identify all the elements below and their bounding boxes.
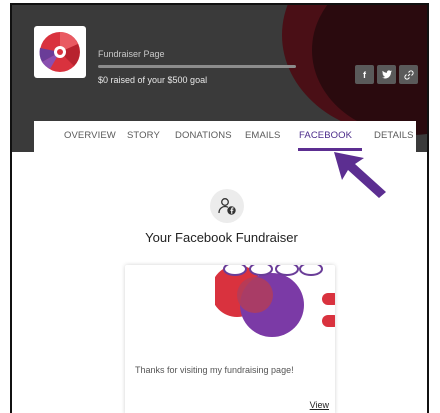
fundraiser-page-frame: Fundraiser Page $0 raised of your $500 g…	[10, 3, 429, 413]
fundraising-progress-bar	[98, 65, 296, 68]
campaign-logo-graphic	[39, 32, 80, 72]
tab-donations[interactable]: DONATIONS	[175, 130, 232, 141]
tab-emails[interactable]: EMAILS	[245, 130, 280, 141]
twitter-icon	[381, 70, 392, 79]
tab-overview[interactable]: OVERVIEW	[64, 130, 116, 141]
tab-details[interactable]: DETAILS	[374, 130, 414, 141]
link-icon	[403, 69, 414, 80]
copy-link-button[interactable]	[399, 65, 418, 84]
tab-facebook[interactable]: FACEBOOK	[299, 130, 352, 141]
facebook-share-button[interactable]: f	[355, 65, 374, 84]
campaign-title: Fundraiser Page	[98, 49, 165, 59]
user-facebook-icon	[210, 189, 244, 223]
twitter-share-button[interactable]	[377, 65, 396, 84]
facebook-fundraiser-card[interactable]: Thanks for visiting my fundraising page!…	[125, 265, 335, 413]
pointer-arrow-icon	[334, 152, 386, 198]
user-facebook-icon-graphic	[218, 198, 236, 215]
fundraiser-card-image	[215, 265, 335, 337]
fundraiser-tabs: OVERVIEW STORY DONATIONS EMAILS FACEBOOK…	[34, 121, 416, 152]
facebook-fundraiser-heading: Your Facebook Fundraiser	[145, 230, 298, 245]
campaign-logo	[34, 26, 86, 78]
view-link[interactable]: View	[310, 400, 329, 410]
amount-raised-text: $0 raised of your $500 goal	[98, 75, 208, 85]
fundraiser-header: Fundraiser Page $0 raised of your $500 g…	[12, 5, 427, 152]
facebook-icon: f	[363, 69, 366, 80]
tab-story[interactable]: STORY	[127, 130, 160, 141]
card-message: Thanks for visiting my fundraising page!	[135, 365, 294, 375]
